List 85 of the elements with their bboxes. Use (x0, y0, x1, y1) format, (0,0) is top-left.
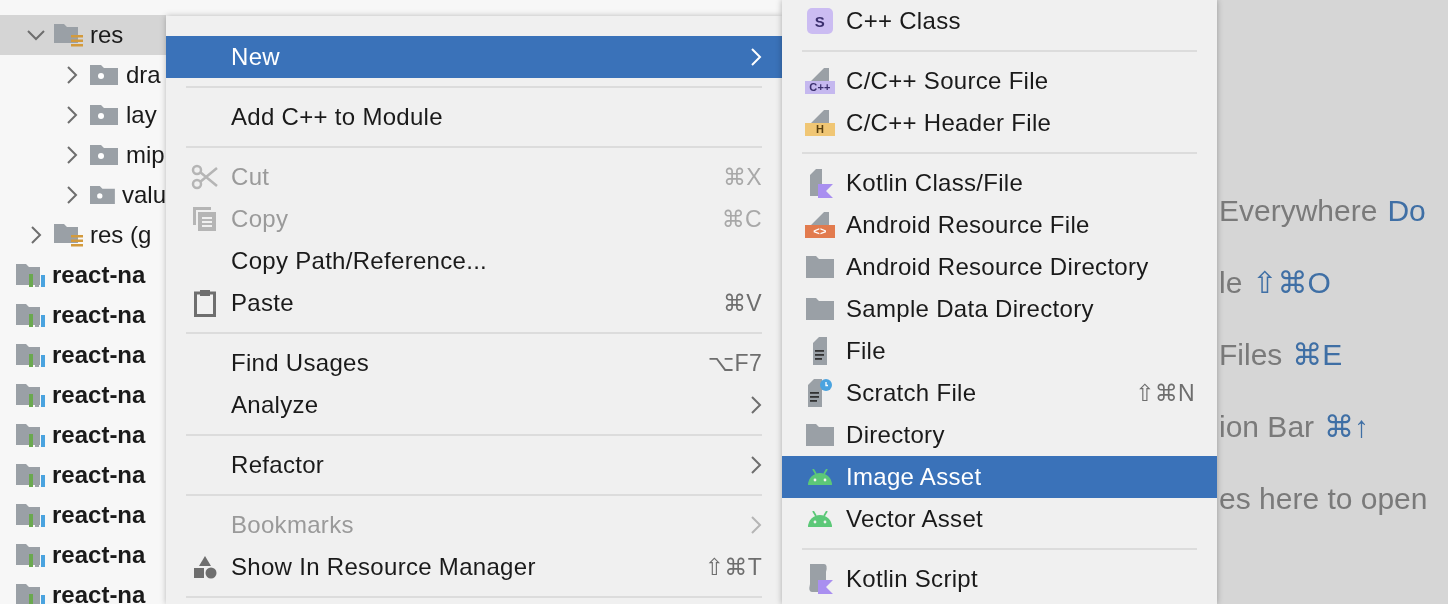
menu-item[interactable]: C++ C/C++ Source File (782, 60, 1217, 102)
tree-item[interactable]: lay (0, 95, 166, 135)
tree-item[interactable]: react-na (0, 415, 166, 455)
scratch-file-icon (808, 379, 832, 407)
chevron-right-icon (30, 225, 42, 245)
shapes-icon (193, 555, 217, 579)
menu-item[interactable]: File (782, 330, 1217, 372)
chevron-right-icon (66, 145, 78, 165)
menu-item[interactable]: H C/C++ Header File (782, 102, 1217, 144)
menu-item[interactable]: Sample Data Directory (782, 288, 1217, 330)
folder-icon (90, 63, 120, 87)
keyboard-shortcut: ⌘↑ (1324, 409, 1370, 445)
menu-item[interactable]: <> Android Resource File (782, 204, 1217, 246)
module-folder-icon (16, 542, 46, 568)
keyboard-shortcut: Do (1387, 193, 1426, 229)
resource-folder-icon (54, 222, 84, 248)
menu-item[interactable]: Find Usages ⌥F7 (166, 342, 782, 384)
chevron-down-icon[interactable] (26, 29, 46, 41)
menu-item[interactable]: Scratch File ⇧⌘N (782, 372, 1217, 414)
module-folder-icon (16, 262, 46, 288)
menu-item[interactable]: Show In Resource Manager ⇧⌘T (166, 546, 782, 588)
keyboard-shortcut: ⇧⌘T (704, 553, 762, 581)
menu-item[interactable]: Vector Asset (782, 498, 1217, 540)
menu-item[interactable]: Copy Path/Reference... (166, 240, 782, 282)
module-folder-icon (16, 582, 46, 604)
menu-item[interactable]: Directory (782, 414, 1217, 456)
folder-icon (806, 298, 834, 320)
chevron-right-icon (66, 185, 78, 205)
kotlin-script-icon (806, 564, 834, 594)
module-folder-icon (16, 342, 46, 368)
clipboard-icon (194, 289, 216, 317)
module-folder-icon (16, 502, 46, 528)
hint-text: Everywhere (1219, 193, 1378, 229)
tree-item[interactable]: react-na (0, 495, 166, 535)
hint-text: Files (1219, 337, 1283, 373)
keyboard-shortcut: ⌘V (723, 289, 762, 317)
tree-item[interactable]: react-na (0, 575, 166, 604)
tree-item[interactable]: res (g (0, 215, 166, 255)
tree-item[interactable]: mip (0, 135, 166, 175)
menu-item[interactable]: Kotlin Class/File (782, 162, 1217, 204)
resource-folder-icon (54, 22, 84, 48)
copy-icon (192, 206, 218, 232)
tree-item[interactable]: react-na (0, 335, 166, 375)
tree-item[interactable]: react-na (0, 295, 166, 335)
chevron-right-icon (66, 105, 78, 125)
hint-text: ion Bar (1219, 409, 1315, 445)
hint-text: le (1219, 265, 1243, 301)
menu-item[interactable]: Analyze (166, 384, 782, 426)
tree-item[interactable]: react-na (0, 255, 166, 295)
menu-item[interactable]: Kotlin Script (782, 558, 1217, 600)
scissors-icon (191, 164, 219, 190)
folder-icon (90, 183, 117, 207)
tree-item[interactable]: res (0, 15, 166, 55)
tree-item[interactable]: react-na (0, 375, 166, 415)
tree-item[interactable]: react-na (0, 535, 166, 575)
module-folder-icon (16, 382, 46, 408)
tree-item[interactable]: react-na (0, 455, 166, 495)
menu-item[interactable]: Add C++ to Module (166, 96, 782, 138)
tree-item[interactable]: dra (0, 55, 166, 95)
android-icon (807, 469, 833, 485)
keyboard-shortcut: ⇧⌘O (1252, 265, 1331, 301)
folder-icon (90, 143, 120, 167)
folder-icon (90, 103, 120, 127)
folder-icon (806, 424, 834, 446)
class-icon: S (807, 8, 833, 34)
module-folder-icon (16, 422, 46, 448)
keyboard-shortcut: ⌘E (1292, 337, 1343, 373)
keyboard-shortcut: ⌥F7 (707, 349, 762, 377)
module-folder-icon (16, 302, 46, 328)
menu-item[interactable]: Android Resource Directory (782, 246, 1217, 288)
menu-item[interactable]: New (166, 36, 782, 78)
folder-icon (806, 256, 834, 278)
menu-item[interactable]: Paste ⌘V (166, 282, 782, 324)
tree-item[interactable]: valu (0, 175, 166, 215)
hint-text: es here to open (1219, 481, 1428, 517)
android-icon (807, 511, 833, 527)
menu-item[interactable]: Refactor (166, 444, 782, 486)
keyboard-shortcut: ⇧⌘N (1135, 379, 1195, 407)
keyboard-shortcut: ⌘X (723, 163, 762, 191)
module-folder-icon (16, 462, 46, 488)
chevron-right-icon (66, 65, 78, 85)
menu-item[interactable]: Image Asset (782, 456, 1217, 498)
keyboard-shortcut: ⌘C (721, 205, 762, 233)
menu-item[interactable]: S C++ Class (782, 0, 1217, 42)
file-icon (813, 337, 827, 365)
